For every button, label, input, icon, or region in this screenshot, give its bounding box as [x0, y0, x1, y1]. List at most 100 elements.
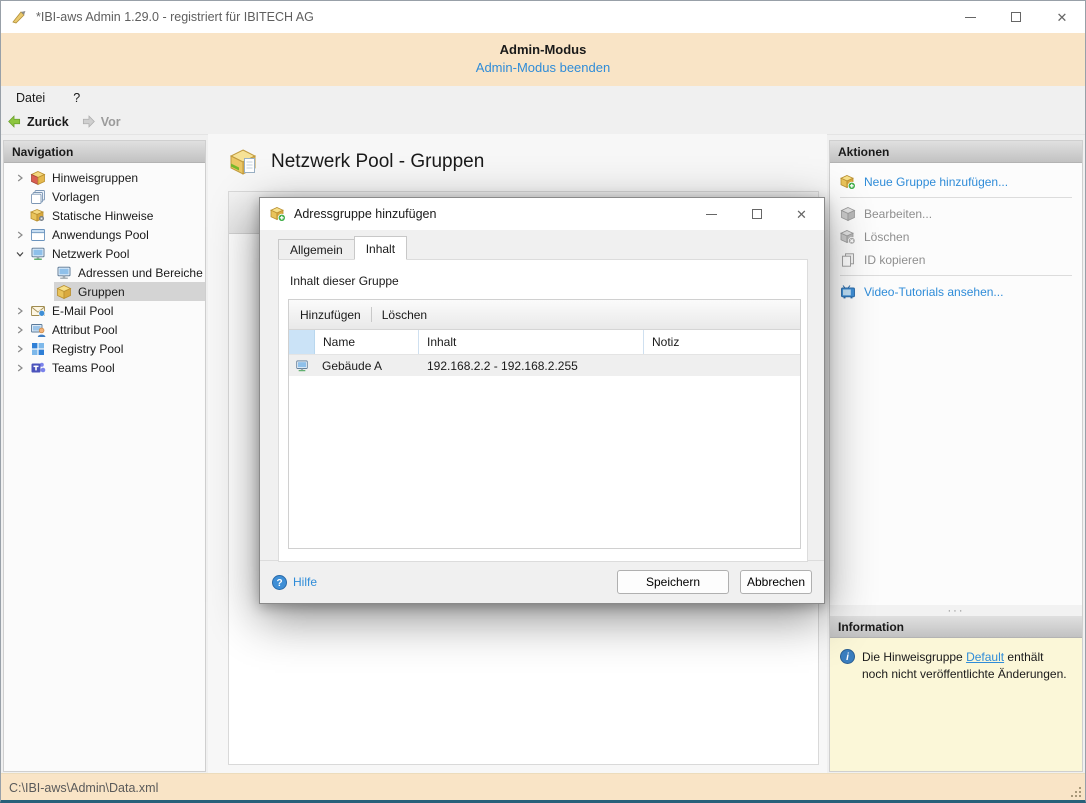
network-pool-icon	[31, 247, 45, 260]
chevron-right-icon[interactable]	[12, 307, 28, 315]
action-delete[interactable]: Löschen	[830, 225, 1082, 248]
page-title: Netzwerk Pool - Gruppen	[271, 151, 485, 172]
action-new-group[interactable]: Neue Gruppe hinzufügen...	[830, 170, 1082, 193]
maximize-button[interactable]	[993, 1, 1039, 33]
delete-group-icon	[840, 229, 856, 245]
back-button[interactable]: Zurück	[7, 114, 69, 129]
nav-item-attribut-pool[interactable]: Attribut Pool	[4, 320, 205, 339]
nav-item-anwendungs-pool[interactable]: Anwendungs Pool	[4, 225, 205, 244]
email-pool-icon	[31, 305, 46, 317]
nav-item-registry-pool[interactable]: Registry Pool	[4, 339, 205, 358]
actions-empty-space	[830, 303, 1082, 605]
navigation-tree: Hinweisgruppen Vorlagen Statische Hinwei…	[4, 163, 205, 377]
resize-grip[interactable]	[1071, 787, 1081, 797]
edit-group-icon	[840, 206, 856, 221]
teams-pool-icon	[31, 362, 46, 372]
panel-splitter-handle[interactable]: ···	[830, 605, 1082, 616]
forward-arrow-icon	[82, 115, 95, 128]
status-bar: C:\IBI-aws\Admin\Data.xml	[1, 773, 1085, 800]
resize-grip-dots-icon	[1079, 795, 1081, 797]
nav-item-teams-pool[interactable]: Teams Pool	[4, 358, 205, 377]
dialog-footer: ? Hilfe Speichern Abbrechen	[260, 560, 824, 603]
row-content: 192.168.2.2 - 192.168.2.255	[427, 358, 578, 373]
information-box: i Die Hinweisgruppe Default enthält noch…	[830, 638, 1082, 771]
forward-button[interactable]: Vor	[81, 114, 121, 129]
minimize-icon	[706, 213, 717, 215]
splitter-dots-icon: ···	[947, 604, 965, 617]
menu-help[interactable]: ?	[73, 91, 80, 105]
close-icon: ✕	[796, 206, 807, 222]
cancel-button[interactable]: Abbrechen	[740, 570, 812, 594]
delete-entry-button[interactable]: Löschen	[382, 308, 427, 322]
list-toolbar: Hinzufügen Löschen	[289, 300, 800, 330]
chevron-right-icon[interactable]	[12, 326, 28, 334]
table-header-row: Name Inhalt Notiz	[289, 330, 800, 355]
title-bar: *IBI-aws Admin 1.29.0 - registriert für …	[1, 1, 1085, 33]
copy-id-icon	[842, 252, 854, 267]
add-group-icon	[840, 174, 856, 190]
maximize-icon	[1011, 12, 1021, 22]
help-icon: ?	[272, 574, 287, 590]
minimize-button[interactable]	[947, 1, 993, 33]
table-row[interactable]: Gebäude A 192.168.2.2 - 192.168.2.255	[289, 355, 800, 376]
add-entry-button[interactable]: Hinzufügen	[300, 308, 361, 322]
default-group-link[interactable]: Default	[966, 650, 1004, 664]
dialog-tabs: Allgemein Inhalt	[278, 236, 408, 260]
actions-list: Neue Gruppe hinzufügen... Bearbeiten...	[830, 163, 1082, 303]
attribute-pool-icon	[31, 323, 46, 337]
nav-item-statische-hinweise[interactable]: Statische Hinweise	[4, 206, 205, 225]
chevron-right-icon[interactable]	[12, 364, 28, 372]
registry-pool-icon	[32, 342, 44, 355]
action-edit[interactable]: Bearbeiten...	[830, 202, 1082, 225]
actions-divider	[840, 275, 1072, 276]
icon-column-header[interactable]	[289, 330, 315, 354]
dialog-title-bar: Adressgruppe hinzufügen ✕	[260, 198, 824, 230]
templates-icon	[31, 189, 45, 204]
actions-divider	[840, 197, 1072, 198]
info-icon: i	[840, 649, 855, 664]
dialog-maximize-button[interactable]	[734, 198, 779, 230]
information-header: Information	[830, 616, 1082, 638]
nav-toolbar: Zurück Vor	[1, 109, 1085, 135]
navigation-panel: Navigation Hinweisgruppen Vorlagen Stati…	[3, 140, 206, 772]
add-address-group-dialog: Adressgruppe hinzufügen ✕ Allgemein Inha…	[259, 197, 825, 604]
name-column-header[interactable]: Name	[315, 330, 419, 354]
action-video-tutorials[interactable]: Video-Tutorials ansehen...	[830, 280, 1082, 303]
app-logo-icon	[12, 11, 26, 24]
nav-item-adressen-und-bereiche[interactable]: Adressen und Bereiche	[4, 263, 205, 282]
chevron-down-icon[interactable]	[12, 250, 28, 258]
save-button[interactable]: Speichern	[617, 570, 729, 594]
network-groups-page-icon	[229, 149, 257, 175]
dialog-close-button[interactable]: ✕	[779, 198, 824, 230]
close-icon: ✕	[1056, 9, 1068, 25]
chevron-right-icon[interactable]	[12, 174, 28, 182]
exit-admin-mode-link[interactable]: Admin-Modus beenden	[476, 60, 610, 75]
window-title: *IBI-aws Admin 1.29.0 - registriert für …	[36, 10, 314, 24]
chevron-right-icon[interactable]	[12, 345, 28, 353]
toolbar-divider	[370, 307, 372, 322]
nav-item-hinweisgruppen[interactable]: Hinweisgruppen	[4, 168, 205, 187]
static-notices-icon	[30, 208, 45, 222]
nav-item-email-pool[interactable]: E-Mail Pool	[4, 301, 205, 320]
data-file-path: C:\IBI-aws\Admin\Data.xml	[9, 780, 159, 795]
information-text: Die Hinweisgruppe Default enthält noch n…	[862, 650, 1067, 682]
action-copy-id[interactable]: ID kopieren	[830, 248, 1082, 271]
help-link[interactable]: ? Hilfe	[272, 574, 317, 590]
tab-inhalt[interactable]: Inhalt	[353, 236, 408, 260]
content-column-header[interactable]: Inhalt	[419, 330, 644, 354]
menu-datei[interactable]: Datei	[16, 91, 45, 105]
close-button[interactable]: ✕	[1039, 1, 1085, 33]
navigation-header: Navigation	[4, 141, 205, 163]
notice-group-box-icon	[30, 170, 46, 185]
minimize-icon	[964, 16, 976, 18]
nav-item-gruppen[interactable]: Gruppen	[4, 282, 205, 301]
dialog-minimize-button[interactable]	[689, 198, 734, 230]
nav-item-netzwerk-pool[interactable]: Netzwerk Pool	[4, 244, 205, 263]
addresses-icon	[57, 266, 71, 279]
right-sidebar: Aktionen Neue Gruppe hinzufügen... Bearb…	[829, 140, 1083, 772]
note-column-header[interactable]: Notiz	[644, 330, 800, 354]
nav-item-vorlagen[interactable]: Vorlagen	[4, 187, 205, 206]
tab-allgemein[interactable]: Allgemein	[278, 239, 355, 260]
chevron-right-icon[interactable]	[12, 231, 28, 239]
back-arrow-icon	[8, 115, 21, 128]
